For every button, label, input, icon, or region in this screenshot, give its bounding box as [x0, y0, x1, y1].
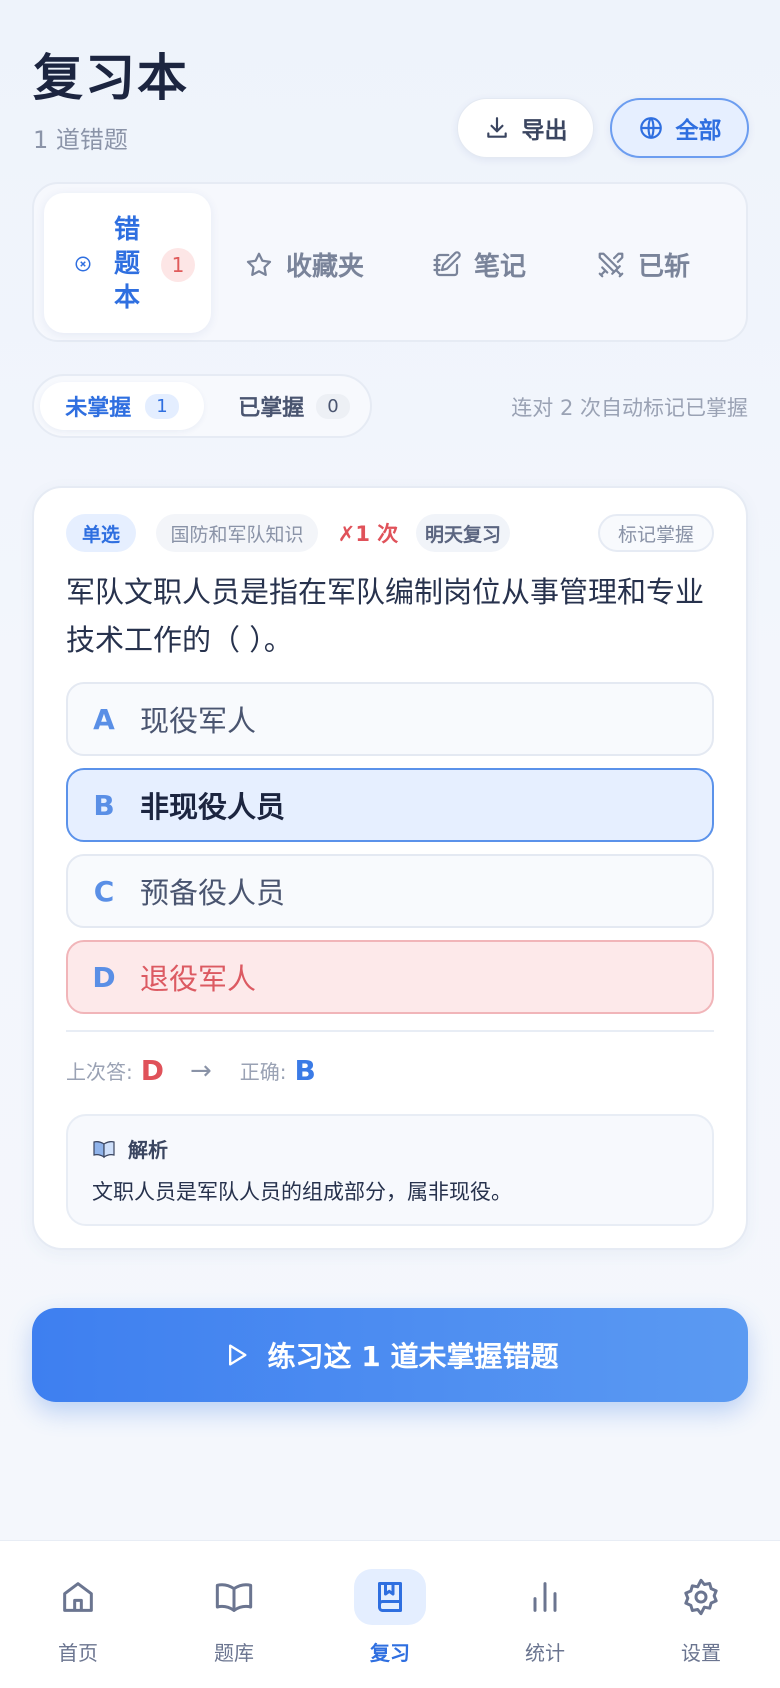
- bar-chart-icon: [533, 1582, 557, 1612]
- segment-notes-label: 笔记: [474, 252, 527, 282]
- nav-review[interactable]: 复习: [345, 1569, 435, 1666]
- option-text: 退役军人: [140, 962, 257, 996]
- option-a[interactable]: A 现役军人: [66, 682, 714, 756]
- open-book-icon: [93, 1140, 115, 1158]
- play-icon: [228, 1344, 246, 1366]
- divider: [66, 1030, 714, 1032]
- last-answer-label: 上次答:: [66, 1060, 133, 1084]
- filter-all-label: 全部: [675, 118, 722, 144]
- explanation-header: 解析: [92, 1134, 168, 1163]
- option-b[interactable]: B 非现役人员: [66, 768, 714, 842]
- nav-label: 统计: [525, 1641, 565, 1665]
- arrow-right-icon: →: [190, 1055, 212, 1086]
- nav-label: 题库: [214, 1641, 254, 1665]
- nav-question-bank[interactable]: 题库: [189, 1569, 279, 1666]
- mark-mastered-button[interactable]: 标记掌握: [598, 514, 714, 552]
- page-title: 复习本: [33, 49, 189, 107]
- segment-eliminated-label: 已斩: [638, 252, 691, 282]
- correct-answer-label: 正确:: [239, 1060, 287, 1084]
- tab-mastered[interactable]: 已掌握 0: [224, 382, 364, 430]
- option-letter: A: [93, 702, 115, 736]
- tab-mastered-label: 已掌握: [238, 396, 305, 421]
- segment-eliminated[interactable]: 已斩: [596, 246, 690, 283]
- nav-icon-wrap: [665, 1569, 737, 1625]
- nav-home[interactable]: 首页: [33, 1569, 123, 1666]
- auto-mastery-hint: 连对 2 次自动标记已掌握: [511, 396, 748, 420]
- question-text: 军队文职人员是指在军队编制岗位从事管理和专业技术工作的（ ）。: [66, 575, 705, 657]
- segment-notes[interactable]: 笔记: [432, 246, 526, 283]
- practice-unmastered-button[interactable]: 练习这 1 道未掌握错题: [32, 1308, 748, 1402]
- category-badge: 国防和军队知识: [156, 514, 318, 552]
- globe-icon: [639, 117, 662, 139]
- nav-icon-wrap: [354, 1569, 426, 1625]
- nav-label: 首页: [58, 1641, 98, 1665]
- practice-button-label: 练习这 1 道未掌握错题: [267, 1340, 559, 1373]
- filter-all-button[interactable]: 全部: [610, 98, 749, 158]
- answer-summary: 上次答: D → 正确: B: [66, 1054, 316, 1087]
- nav-stats[interactable]: 统计: [500, 1569, 590, 1666]
- book-open-icon: [215, 1583, 253, 1612]
- nav-label: 复习: [370, 1641, 410, 1665]
- tab-mastered-count: 0: [316, 393, 350, 419]
- export-label: 导出: [521, 118, 568, 144]
- review-schedule-badge: 明天复习: [416, 514, 510, 552]
- option-letter: D: [92, 960, 116, 994]
- option-c[interactable]: C 预备役人员: [66, 854, 714, 928]
- tab-unmastered-label: 未掌握: [65, 396, 132, 421]
- question-card: 单选 国防和军队知识 ✗1 次 明天复习 标记掌握 军队文职人员是指在军队编制岗…: [32, 486, 748, 1250]
- star-icon: [246, 252, 272, 276]
- segment-wrong-book-label: 错题本: [113, 215, 140, 313]
- page-header: 复习本 1 道错题: [33, 48, 189, 155]
- nav-icon-wrap: [509, 1569, 581, 1625]
- nav-icon-wrap: [198, 1569, 270, 1625]
- export-button[interactable]: 导出: [457, 98, 594, 158]
- explanation-box: 解析 文职人员是军队人员的组成部分，属非现役。: [66, 1114, 714, 1226]
- option-text: 非现役人员: [140, 790, 286, 824]
- nav-label: 设置: [681, 1641, 721, 1665]
- segment-wrong-book-count: 1: [161, 248, 195, 282]
- option-text: 现役军人: [140, 704, 257, 738]
- category-segment: 错题本 1 收藏夹 笔记 已斩: [32, 182, 748, 342]
- bookmark-book-icon: [378, 1582, 402, 1612]
- segment-favorites[interactable]: 收藏夹: [244, 246, 364, 283]
- option-letter: B: [93, 788, 115, 822]
- close-circle-icon: [75, 256, 91, 272]
- home-icon: [63, 1582, 93, 1612]
- notebook-pen-icon: [433, 250, 461, 276]
- tab-unmastered-count: 1: [145, 393, 179, 419]
- mastery-tabs: 未掌握 1 已掌握 0: [32, 374, 372, 438]
- segment-wrong-book[interactable]: 错题本 1: [44, 193, 211, 333]
- wrong-count-badge: ✗1 次: [337, 522, 399, 546]
- explanation-title: 解析: [128, 1138, 168, 1162]
- nav-settings[interactable]: 设置: [656, 1569, 746, 1666]
- last-answer-value: D: [140, 1054, 164, 1087]
- crossed-swords-icon: [598, 252, 624, 277]
- tab-unmastered[interactable]: 未掌握 1: [40, 382, 204, 430]
- bottom-nav: 首页 题库 复习 统计 设置: [0, 1540, 780, 1688]
- segment-favorites-label: 收藏夹: [286, 252, 365, 282]
- option-d[interactable]: D 退役军人: [66, 940, 714, 1014]
- download-icon: [486, 117, 507, 138]
- question-type-badge: 单选: [66, 514, 136, 552]
- option-text: 预备役人员: [140, 876, 286, 910]
- explanation-text: 文职人员是军队人员的组成部分，属非现役。: [92, 1180, 512, 1204]
- option-letter: C: [93, 874, 115, 908]
- page-subtitle: 1 道错题: [33, 126, 128, 154]
- nav-icon-wrap: [42, 1569, 114, 1625]
- gear-icon: [684, 1578, 718, 1616]
- correct-answer-value: B: [294, 1054, 316, 1087]
